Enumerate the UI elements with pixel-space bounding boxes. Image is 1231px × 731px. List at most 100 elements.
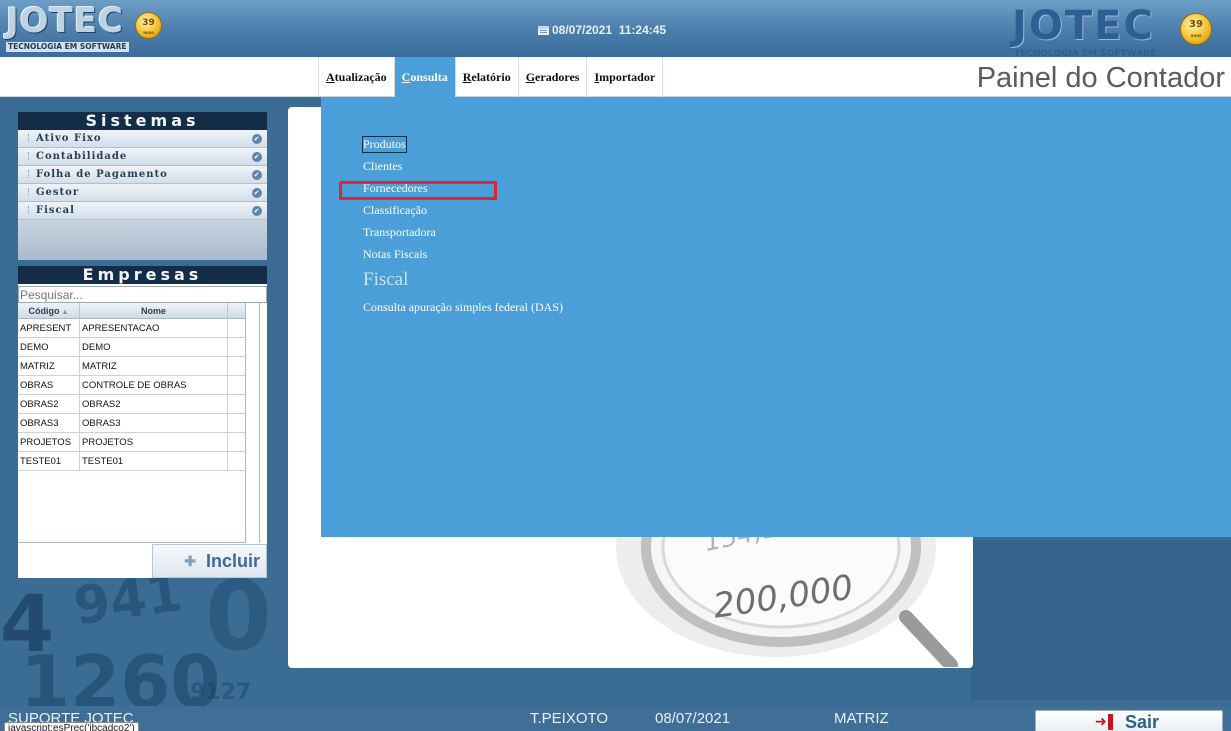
badge-sub-right: anos	[1190, 33, 1202, 38]
sistema-label: Contabilidade	[36, 151, 128, 162]
grip-icon	[28, 152, 31, 160]
menu-option-clientes[interactable]: Clientes	[363, 159, 402, 174]
cell-nome: MATRIZ	[80, 357, 228, 375]
table-row[interactable]: APRESENT APRESENTACAO	[18, 319, 246, 338]
menu-geradores-label: eradores	[535, 70, 580, 84]
sistemas-header: Sistemas	[18, 112, 267, 130]
sistemas-panel: Sistemas Ativo Fixo ✔ Contabilidade ✔ Folh…	[18, 112, 267, 261]
menu-option-consulta-das[interactable]: Consulta apuração simples federal (DAS)	[363, 300, 563, 315]
empresas-search-input[interactable]	[18, 286, 267, 303]
cell-nome: CONTROLE DE OBRAS	[80, 376, 228, 394]
grip-icon	[28, 188, 31, 196]
menu-geradores-accel: G	[525, 70, 536, 84]
exit-icon	[1095, 711, 1113, 731]
menu-section-fiscal: Fiscal	[363, 269, 409, 290]
cell-codigo: OBRAS3	[18, 414, 80, 432]
menu-importador[interactable]: Importador	[587, 57, 664, 97]
cell-nome: OBRAS3	[80, 414, 228, 432]
table-row[interactable]: TESTE01 TESTE01	[18, 452, 246, 471]
badge-number: 39	[142, 18, 155, 28]
menu-option-classificacao[interactable]: Classificação	[363, 203, 427, 218]
grip-icon	[28, 206, 31, 214]
menu-atualizacao-label: tualização	[334, 70, 387, 84]
menu-atualizacao-accel: A	[326, 70, 335, 84]
sistema-label: Fiscal	[36, 205, 75, 216]
grip-icon	[28, 170, 31, 178]
sistema-label: Gestor	[36, 187, 80, 198]
cell-nome: OBRAS2	[80, 395, 228, 413]
sistema-gestor[interactable]: Gestor ✔	[18, 184, 267, 202]
jotec-logo: JOTEC TECNOLOGIA EM SOFTWARE 39 anos	[6, 1, 162, 54]
bg-digit: 9127	[190, 680, 252, 705]
table-row[interactable]: OBRAS3 OBRAS3	[18, 414, 246, 433]
column-label: Código	[28, 306, 60, 316]
sistema-folha-pagamento[interactable]: Folha de Pagamento ✔	[18, 166, 267, 184]
menu-option-transportadora[interactable]: Transportadora	[363, 225, 436, 240]
page-title: Painel do Contador	[976, 62, 1225, 94]
cell-codigo: PROJETOS	[18, 433, 80, 451]
grip-icon	[28, 134, 31, 142]
cell-codigo: DEMO	[18, 338, 80, 356]
empresas-grid: Código ▲ Nome APRESENT APRESENTACAO DEMO DE…	[18, 303, 246, 471]
sair-label: Sair	[1124, 712, 1160, 731]
anniversary-badge-right: 39 anos	[1180, 13, 1212, 45]
menu-geradores[interactable]: Geradores	[519, 57, 588, 97]
bg-block	[970, 540, 1231, 700]
top-header: JOTEC TECNOLOGIA EM SOFTWARE 39 anos 08/…	[0, 0, 1231, 59]
highlight-annotation	[339, 181, 497, 200]
logo-word: JOTEC	[6, 1, 124, 41]
check-icon: ✔	[252, 188, 262, 198]
cell-codigo: APRESENT	[18, 319, 80, 337]
sistema-contabilidade[interactable]: Contabilidade ✔	[18, 148, 267, 166]
plus-icon: ✚	[184, 553, 196, 569]
badge-number-right: 39	[1189, 19, 1203, 30]
table-row[interactable]: MATRIZ MATRIZ	[18, 357, 246, 376]
sistema-ativo-fixo[interactable]: Ativo Fixo ✔	[18, 130, 267, 148]
menu-option-produtos[interactable]: Produtos	[362, 136, 407, 153]
link-tooltip: javascript:esPrec('ibcadco2')	[4, 722, 139, 731]
cell-codigo: OBRAS2	[18, 395, 80, 413]
menu-atualizacao[interactable]: Atualização	[318, 57, 395, 97]
anniversary-badge: 39 anos	[135, 12, 162, 39]
menu-relatorio-label: elatório	[471, 70, 511, 84]
incluir-label: Incluir	[205, 551, 260, 571]
sistema-label: Folha de Pagamento	[36, 169, 168, 180]
table-row[interactable]: DEMO DEMO	[18, 338, 246, 357]
sistema-label: Ativo Fixo	[36, 133, 102, 144]
cell-nome: PROJETOS	[80, 433, 228, 451]
sair-button[interactable]: Sair	[1035, 710, 1223, 731]
grid-header: Código ▲ Nome	[18, 303, 246, 319]
badge-sub: anos	[143, 30, 154, 35]
calendar-icon	[538, 26, 549, 35]
menu-relatorio[interactable]: Relatório	[456, 57, 519, 97]
cell-nome: APRESENTACAO	[80, 319, 228, 337]
menu-option-notas-fiscais[interactable]: Notas Fiscais	[363, 247, 427, 262]
menu-consulta[interactable]: Consulta	[394, 57, 456, 97]
column-header-codigo[interactable]: Código ▲	[18, 303, 80, 318]
check-icon: ✔	[252, 152, 262, 162]
incluir-button[interactable]: ✚ Incluir	[152, 544, 267, 578]
table-row[interactable]: OBRAS CONTROLE DE OBRAS	[18, 376, 246, 395]
sistemas-filler	[18, 220, 267, 260]
datetime-display: 08/07/2021 11:24:45	[538, 23, 666, 37]
consulta-dropdown: Produtos Clientes Fornecedores Classific…	[321, 97, 1231, 537]
logo-tagline: TECNOLOGIA EM SOFTWARE	[6, 42, 129, 52]
sistema-fiscal[interactable]: Fiscal ✔	[18, 202, 267, 220]
menu-consulta-label: onsulta	[410, 70, 448, 84]
cell-nome: TESTE01	[80, 452, 228, 470]
check-icon: ✔	[252, 206, 262, 216]
check-icon: ✔	[252, 134, 262, 144]
menu-bar: Atualização Consulta Relatório Geradores…	[0, 57, 1231, 97]
logo-word-right: JOTEC	[1012, 3, 1155, 49]
cell-nome: DEMO	[80, 338, 228, 356]
header-time: 11:24:45	[618, 23, 667, 37]
header-date: 08/07/2021	[552, 23, 613, 37]
grid-scroll-track[interactable]	[246, 303, 260, 543]
column-header-nome[interactable]: Nome	[80, 303, 228, 318]
menu-importador-label: mportador	[599, 70, 656, 84]
cell-codigo: TESTE01	[18, 452, 80, 470]
status-user: T.PEIXOTO	[530, 710, 609, 727]
table-row[interactable]: PROJETOS PROJETOS	[18, 433, 246, 452]
cell-codigo: OBRAS	[18, 376, 80, 394]
table-row[interactable]: OBRAS2 OBRAS2	[18, 395, 246, 414]
